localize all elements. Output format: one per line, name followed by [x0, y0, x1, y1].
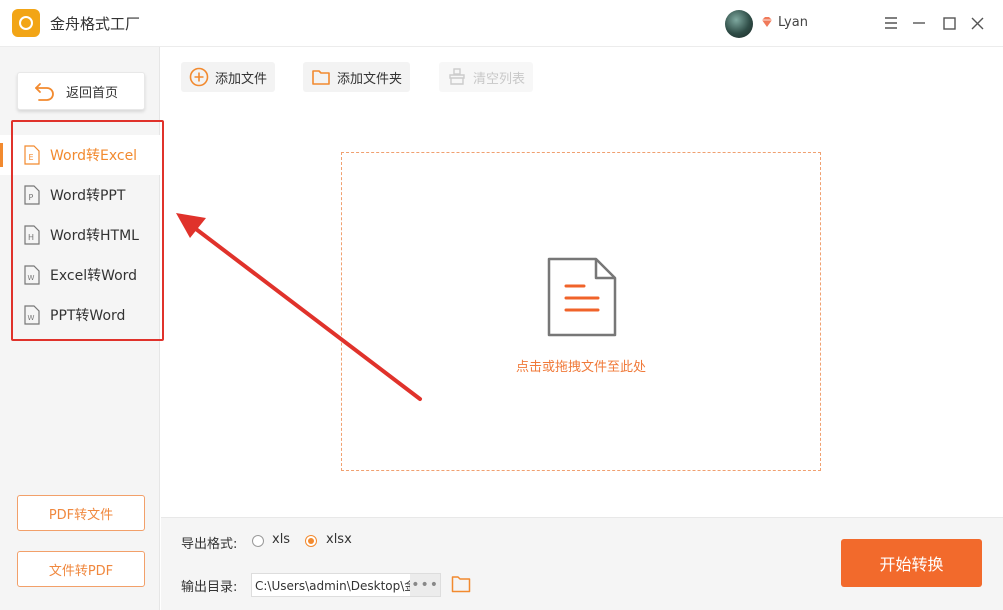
- nav-item-word-to-html[interactable]: H Word转HTML: [0, 215, 160, 255]
- nav-label: Word转Excel: [50, 148, 138, 164]
- drop-hint-text: 点击或拖拽文件至此处: [515, 360, 646, 375]
- output-settings-bar: 导出格式: xls xlsx 输出目录: C:\Users\admin\Desk…: [161, 517, 1003, 610]
- nav-item-word-to-excel[interactable]: E Word转Excel: [0, 135, 160, 175]
- plus-circle-icon: [189, 67, 209, 87]
- vip-diamond-icon: [762, 17, 772, 27]
- back-home-button[interactable]: 返回首页: [17, 72, 145, 110]
- user-name[interactable]: Lyan: [778, 15, 808, 30]
- format-label-xls[interactable]: xls: [272, 532, 290, 547]
- format-radio-xls[interactable]: [252, 535, 264, 547]
- clear-list-label: 清空列表: [473, 71, 526, 87]
- output-dir-value: C:\Users\admin\Desktop\金: [255, 578, 411, 593]
- nav-label: Word转HTML: [50, 228, 139, 244]
- nav-label: Word转PPT: [50, 188, 126, 204]
- back-home-label: 返回首页: [66, 85, 119, 101]
- sidebar: 返回首页 E Word转Excel P Word转PPT H Word转HTML: [0, 47, 160, 610]
- nav-label: PPT转Word: [50, 308, 126, 324]
- excel-doc-icon: E: [24, 145, 40, 165]
- open-folder-icon[interactable]: [451, 575, 471, 593]
- nav-item-word-to-ppt[interactable]: P Word转PPT: [0, 175, 160, 215]
- add-file-button[interactable]: 添加文件: [181, 62, 276, 92]
- svg-text:H: H: [28, 233, 34, 242]
- start-convert-button[interactable]: 开始转换: [841, 539, 982, 587]
- format-label-xlsx[interactable]: xlsx: [326, 532, 352, 547]
- svg-text:E: E: [29, 153, 34, 162]
- add-file-label: 添加文件: [215, 71, 268, 87]
- conversion-nav: E Word转Excel P Word转PPT H Word转HTML W Ex…: [0, 135, 160, 335]
- ppt-doc-icon: P: [24, 185, 40, 205]
- file-to-pdf-button[interactable]: 文件转PDF: [17, 551, 145, 587]
- close-icon[interactable]: [966, 12, 988, 34]
- svg-text:W: W: [28, 314, 35, 322]
- maximize-icon[interactable]: [938, 12, 960, 34]
- menu-icon[interactable]: [880, 12, 902, 34]
- html-doc-icon: H: [24, 225, 40, 245]
- folder-icon: [312, 70, 330, 85]
- output-dir-label: 输出目录:: [181, 580, 238, 595]
- format-label: 导出格式:: [181, 537, 238, 552]
- document-icon: [547, 257, 617, 337]
- browse-more-button[interactable]: •••: [410, 574, 440, 596]
- file-drop-zone[interactable]: 点击或拖拽文件至此处: [341, 152, 821, 471]
- svg-text:W: W: [28, 274, 35, 282]
- svg-text:P: P: [29, 193, 34, 202]
- minimize-icon[interactable]: [908, 12, 930, 34]
- nav-item-excel-to-word[interactable]: W Excel转Word: [0, 255, 160, 295]
- app-title: 金舟格式工厂: [50, 15, 141, 33]
- add-folder-button[interactable]: 添加文件夹: [303, 62, 411, 92]
- nav-label: Excel转Word: [50, 268, 138, 284]
- clear-list-button[interactable]: 清空列表: [439, 62, 534, 92]
- broom-icon: [449, 68, 465, 85]
- nav-item-ppt-to-word[interactable]: W PPT转Word: [0, 295, 160, 335]
- format-radio-xlsx[interactable]: [305, 535, 317, 547]
- word-doc-icon: W: [24, 265, 40, 285]
- word-doc-icon: W: [24, 305, 40, 325]
- pdf-to-file-button[interactable]: PDF转文件: [17, 495, 145, 531]
- undo-arrow-icon: [35, 83, 54, 101]
- app-logo-icon: [12, 9, 40, 37]
- title-bar: 金舟格式工厂 Lyan: [0, 0, 1003, 47]
- add-folder-label: 添加文件夹: [337, 71, 403, 87]
- output-dir-field[interactable]: C:\Users\admin\Desktop\金 •••: [251, 573, 441, 597]
- user-avatar[interactable]: [725, 10, 753, 38]
